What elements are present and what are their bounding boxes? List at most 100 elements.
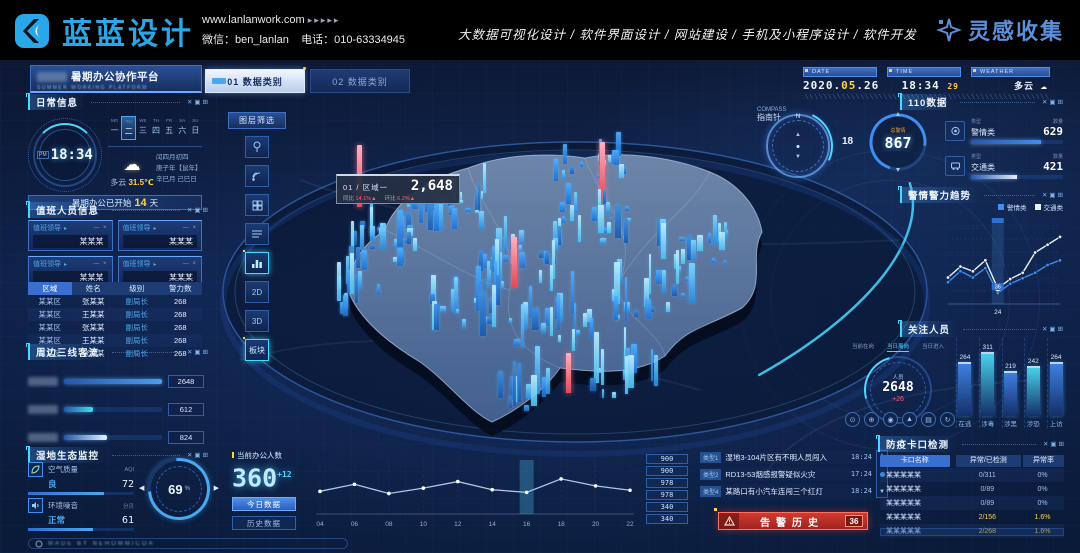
phone-label: 电话：010-63334945 <box>301 34 405 46</box>
alert-row[interactable]: 类型1湿地3-104片区有不明人员闯入18:24 <box>700 450 872 464</box>
close-icon[interactable]: ✕ <box>1042 325 1047 333</box>
expand-icon[interactable]: ⊞ <box>1058 191 1063 199</box>
compass-value: 18 <box>842 136 853 147</box>
censored-line-label <box>28 405 58 414</box>
alert-row[interactable]: 类型2RD13-53烟感报警疑似火灾17:24 <box>700 467 872 481</box>
weekday[interactable]: SU日 <box>189 116 202 140</box>
gauge-right-arrow[interactable]: ▶ <box>214 484 219 492</box>
alert-row[interactable]: 类型4某路口有小汽车连闯三个红灯18:24 <box>700 484 872 498</box>
history-count-badge: 36 <box>845 515 863 527</box>
close-icon[interactable]: ✕ <box>1042 191 1047 199</box>
table-row[interactable]: 某某某某某0/3110% <box>880 468 1064 482</box>
close-icon[interactable]: ✕ <box>187 348 192 356</box>
website-link[interactable]: www.lanlanwork.com <box>202 14 305 26</box>
eco-gauge: 69% ◀ ▶ <box>148 458 210 520</box>
expand-icon[interactable]: ⊞ <box>203 98 208 106</box>
focus-bar: 242涉恐 <box>1024 338 1041 428</box>
expand-icon[interactable]: ⊞ <box>203 348 208 356</box>
focus-bar: 264在逃 <box>956 338 973 428</box>
compass-down-arrow: ▼ <box>795 154 801 160</box>
stat-box: 900 <box>646 454 688 464</box>
tab-left-today[interactable]: 当日离岗 <box>887 342 909 352</box>
focus-bar: 311涉毒 <box>979 338 996 428</box>
weekday[interactable]: MO一 <box>108 116 121 140</box>
gauge-left-arrow[interactable]: ◀ <box>139 484 144 492</box>
tab-entered-today[interactable]: 当日进入 <box>922 342 944 352</box>
duty-card[interactable]: 值班领导▸— ×某某某 <box>118 220 203 251</box>
window-icon[interactable]: ▣ <box>194 348 200 356</box>
table-row[interactable]: 某某某某某0/890% <box>880 496 1064 510</box>
map-tool-refresh-icon[interactable]: ↻ <box>940 412 955 427</box>
svg-text:24: 24 <box>994 309 1002 316</box>
svg-text:22: 22 <box>626 521 634 528</box>
layer-chart-button[interactable] <box>245 252 269 274</box>
close-icon[interactable]: ✕ <box>1042 98 1047 106</box>
expand-icon[interactable]: ⊞ <box>203 206 208 214</box>
window-icon[interactable]: ▣ <box>1049 325 1055 333</box>
sparkle-star-icon <box>936 17 962 43</box>
weekday[interactable]: TU二 <box>121 116 136 140</box>
layer-grid-button[interactable] <box>245 194 269 216</box>
svg-text:36: 36 <box>995 285 1001 291</box>
table-row[interactable]: 某某某某某2/1561.6% <box>880 510 1064 524</box>
layer-signal-button[interactable] <box>245 165 269 187</box>
weather-block: ☁ 多云 31.5℃ <box>110 155 154 188</box>
tab-current[interactable]: 当前在岗 <box>852 342 874 352</box>
layer-pin-button[interactable] <box>245 136 269 158</box>
speaker-icon <box>28 498 43 513</box>
expand-icon[interactable]: ⊞ <box>1059 440 1064 448</box>
map-tool-add-icon[interactable]: ⊕ <box>864 412 879 427</box>
weekday[interactable]: FR五 <box>163 116 176 140</box>
layer-2d-button[interactable]: 2D <box>245 281 269 303</box>
screenshot-stage: 蓝蓝设计 www.lanlanwork.com ▸▸▸▸▸ 微信：ben_lan… <box>0 0 1080 553</box>
inspiration-collect[interactable]: 灵感收集 <box>936 14 1064 46</box>
credit-bar: MADE BY NEHOMMICOA <box>28 538 348 549</box>
trend-legend: 警情类 交通类 <box>945 202 1063 212</box>
flow-row: 2648 <box>28 372 204 390</box>
site-contact: www.lanlanwork.com ▸▸▸▸▸ 微信：ben_lanlan 电… <box>202 10 405 50</box>
window-icon[interactable]: ▣ <box>194 98 200 106</box>
vehicle-icon <box>945 156 965 176</box>
expand-icon[interactable]: ⊞ <box>1058 325 1063 333</box>
map-tool-target-icon[interactable]: ⊙ <box>845 412 860 427</box>
logo-icon <box>14 11 54 51</box>
history-data-button[interactable]: 历史数据 <box>232 516 296 530</box>
divider <box>108 146 202 147</box>
weekday[interactable]: SA六 <box>176 116 189 140</box>
layer-3d-button[interactable]: 3D <box>245 310 269 332</box>
close-icon[interactable]: ✕ <box>187 98 192 106</box>
table-row[interactable]: 某某区张某某副局长268 <box>28 295 202 308</box>
table-row[interactable]: 某某区王某某副局长268 <box>28 308 202 321</box>
svg-text:20: 20 <box>592 521 600 528</box>
compass[interactable]: N ▲ ▼ <box>766 114 830 178</box>
panel-title-checkpoint: 防疫卡口检测 ✕▣⊞ <box>878 437 1064 451</box>
layer-block-button[interactable]: 板块 <box>245 339 269 361</box>
window-icon[interactable]: ▣ <box>1050 440 1056 448</box>
expand-icon[interactable]: ⊞ <box>1058 98 1063 106</box>
alert-history-bar[interactable]: 告警历史 36 <box>718 512 868 530</box>
close-icon[interactable]: ✕ <box>1043 440 1048 448</box>
close-icon[interactable]: ✕ <box>187 206 192 214</box>
censored-line-label <box>28 377 58 386</box>
office-count-value: 360+12 <box>232 461 310 492</box>
weekday[interactable]: WE三 <box>136 116 149 140</box>
map-tool-layers-icon[interactable]: ▤ <box>921 412 936 427</box>
logo[interactable]: 蓝蓝设计 <box>14 9 194 53</box>
camera-icon <box>945 121 965 141</box>
layer-list-button[interactable] <box>245 223 269 245</box>
window-icon[interactable]: ▣ <box>1049 98 1055 106</box>
window-icon[interactable]: ▣ <box>194 206 200 214</box>
censored-line-label <box>28 433 58 442</box>
map-tool-locate-icon[interactable]: ◉ <box>883 412 898 427</box>
weekday[interactable]: TH四 <box>149 116 162 140</box>
checkpoint-table: 卡口名称异常/已检测异常率 某某某某某0/3110% 某某某某某0/890% 某… <box>880 454 1064 538</box>
table-row[interactable]: 某某某某某0/890% <box>880 482 1064 496</box>
arrows-decoration: ▸▸▸▸▸ <box>308 15 341 25</box>
panel-title-duty-info: 值班人员信息 ✕▣⊞ <box>28 203 208 217</box>
table-row[interactable]: 某某区张某某副局长268 <box>28 321 202 334</box>
map-tool-up-icon[interactable]: ▲ <box>902 412 917 427</box>
duty-card[interactable]: 值班领导▸— ×某某某 <box>28 220 113 251</box>
today-data-button[interactable]: 今日数据 <box>232 497 296 511</box>
window-icon[interactable]: ▣ <box>1049 191 1055 199</box>
svg-text:12: 12 <box>454 521 462 528</box>
